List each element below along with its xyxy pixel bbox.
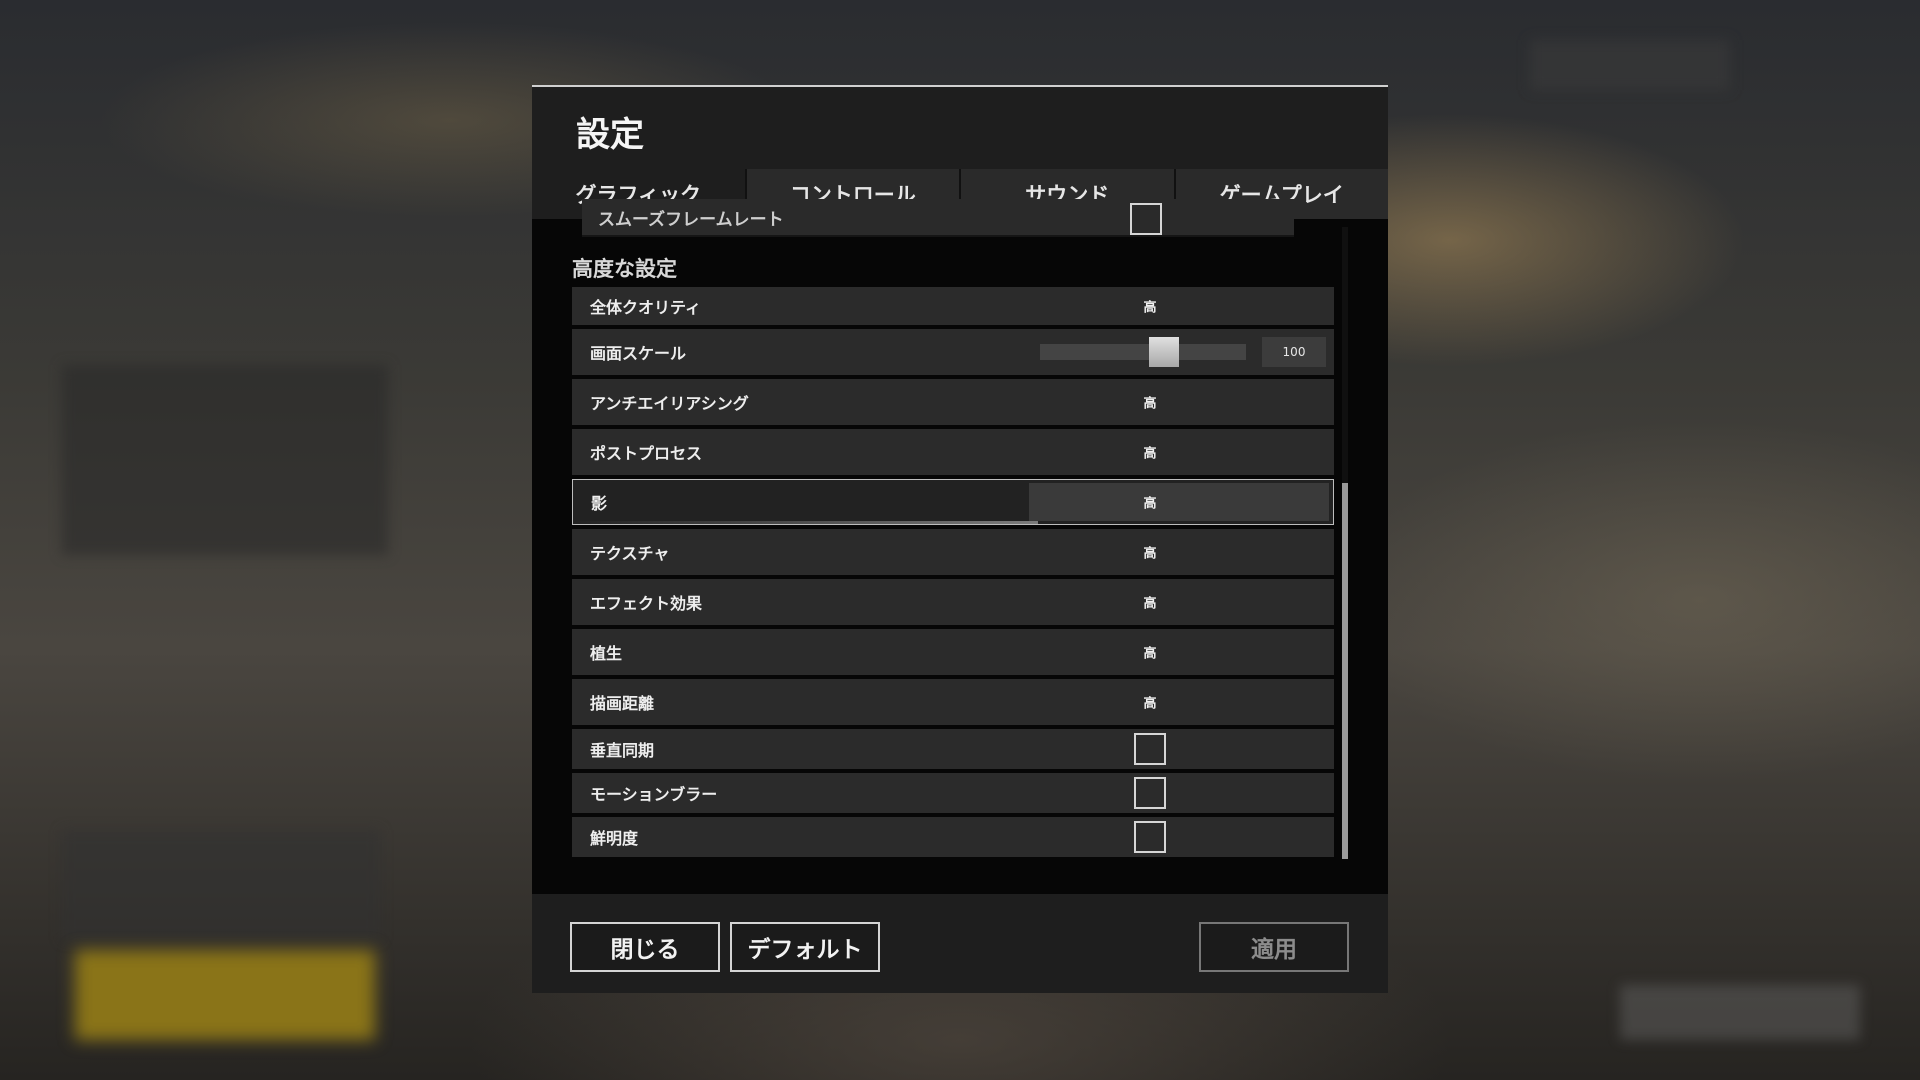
- background-buttons: [1620, 985, 1860, 1040]
- selection-underline: [573, 521, 1038, 524]
- settings-row-view-distance[interactable]: 描画距離 高: [572, 679, 1334, 725]
- row-value[interactable]: 高: [1143, 297, 1156, 316]
- row-value[interactable]: 高: [1143, 593, 1156, 612]
- row-label: モーションブラー: [590, 785, 718, 804]
- row-label: 影: [591, 494, 608, 513]
- dialog-title: 設定: [576, 115, 644, 155]
- row-label: ポストプロセス: [590, 444, 703, 463]
- row-label: アンチエイリアシング: [590, 394, 749, 413]
- row-label: 画面スケール: [590, 344, 687, 363]
- row-label: エフェクト効果: [590, 594, 703, 613]
- settings-row-textures[interactable]: テクスチャ 高: [572, 529, 1334, 575]
- row-label: 鮮明度: [590, 829, 639, 848]
- settings-content: スムーズフレームレート 高度な設定 全体クオリティ 高 画面スケール 100 ア…: [532, 199, 1388, 894]
- row-label: スムーズフレームレート: [598, 210, 784, 230]
- settings-row-shadows[interactable]: 影 高: [572, 479, 1334, 525]
- row-label: 垂直同期: [590, 741, 655, 760]
- scrollbar-thumb[interactable]: [1342, 483, 1348, 859]
- background-panel: [62, 365, 388, 555]
- settings-dialog: 設定 グラフィック コントロール サウンド ゲームプレイ スムーズフレームレート…: [532, 85, 1388, 993]
- settings-row-foliage[interactable]: 植生 高: [572, 629, 1334, 675]
- section-title: 高度な設定: [572, 257, 677, 281]
- screen-scale-value-field[interactable]: 100: [1262, 337, 1326, 367]
- row-label: テクスチャ: [590, 544, 670, 563]
- row-value[interactable]: 高: [1143, 493, 1156, 512]
- apply-button[interactable]: 適用: [1199, 922, 1349, 972]
- settings-row-motion-blur[interactable]: モーションブラー: [572, 773, 1334, 813]
- settings-row-screen-scale[interactable]: 画面スケール 100: [572, 329, 1334, 375]
- row-value[interactable]: 高: [1143, 443, 1156, 462]
- screen-scale-slider-track[interactable]: [1040, 344, 1246, 360]
- sharpness-checkbox[interactable]: [1134, 821, 1166, 853]
- settings-row-anti-aliasing[interactable]: アンチエイリアシング 高: [572, 379, 1334, 425]
- settings-row-effects[interactable]: エフェクト効果 高: [572, 579, 1334, 625]
- motion-blur-checkbox[interactable]: [1134, 777, 1166, 809]
- default-button[interactable]: デフォルト: [730, 922, 880, 972]
- row-value[interactable]: 高: [1143, 693, 1156, 712]
- screen-scale-slider-thumb[interactable]: [1148, 337, 1179, 367]
- settings-row-sharpness[interactable]: 鮮明度: [572, 817, 1334, 857]
- background-topbar: [1530, 40, 1730, 90]
- smooth-framerate-checkbox[interactable]: [1130, 203, 1162, 235]
- background-panel: [62, 830, 380, 940]
- shadows-value-box[interactable]: [1029, 483, 1329, 521]
- vsync-checkbox[interactable]: [1134, 733, 1166, 765]
- row-label: 全体クオリティ: [590, 298, 702, 317]
- row-value[interactable]: 高: [1143, 393, 1156, 412]
- settings-row-post-process[interactable]: ポストプロセス 高: [572, 429, 1334, 475]
- row-value[interactable]: 高: [1143, 543, 1156, 562]
- background-start-button: [75, 950, 375, 1040]
- settings-row-vsync[interactable]: 垂直同期: [572, 729, 1334, 769]
- row-value[interactable]: 高: [1143, 643, 1156, 662]
- settings-row-smooth-framerate[interactable]: スムーズフレームレート: [582, 199, 1294, 237]
- row-label: 植生: [590, 644, 623, 663]
- settings-row-overall-quality[interactable]: 全体クオリティ 高: [572, 287, 1334, 325]
- row-label: 描画距離: [590, 694, 655, 713]
- close-button[interactable]: 閉じる: [570, 922, 720, 972]
